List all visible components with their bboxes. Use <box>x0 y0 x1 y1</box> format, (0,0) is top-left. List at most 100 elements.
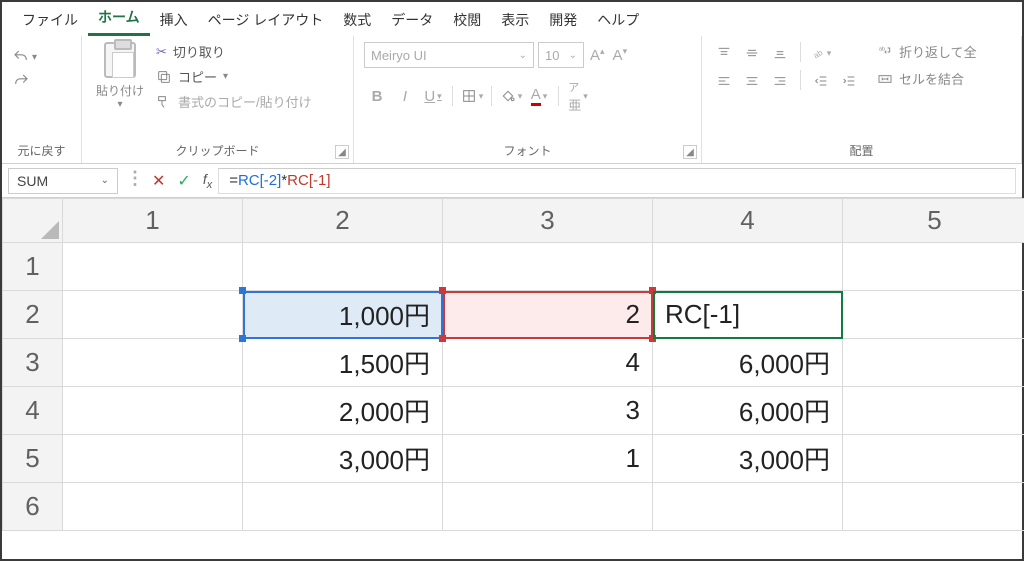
orientation-button[interactable]: ab▾ <box>809 42 833 64</box>
cell-r4c3[interactable]: 3 <box>443 387 653 435</box>
menu-page-layout[interactable]: ページ レイアウト <box>198 6 334 36</box>
col-header-3[interactable]: 3 <box>443 199 653 243</box>
cell-grid[interactable]: 1 2 3 4 5 1 2 1,000円 <box>2 198 1024 531</box>
cell-r3c3[interactable]: 4 <box>443 339 653 387</box>
cell-r2c5[interactable] <box>843 291 1024 339</box>
fx-icon[interactable]: fx <box>197 171 218 191</box>
cell-r1c4[interactable] <box>653 243 843 291</box>
decrease-font-button[interactable]: A▾ <box>611 46 630 64</box>
format-painter-button[interactable]: 書式のコピー/貼り付け <box>156 92 312 111</box>
formula-ref1: RC[-2] <box>238 172 281 189</box>
menu-review[interactable]: 校閲 <box>443 6 491 36</box>
phonetic-button[interactable]: ア亜▾ <box>565 84 591 108</box>
menu-home[interactable]: ホーム <box>88 3 150 36</box>
row-header-4[interactable]: 4 <box>3 387 63 435</box>
clipboard-launcher[interactable]: ◢ <box>335 145 349 159</box>
decrease-indent-button[interactable] <box>809 70 833 92</box>
wrap-text-button[interactable]: ab 折り返して全 <box>877 42 977 61</box>
row-header-5[interactable]: 5 <box>3 435 63 483</box>
cell-r1c1[interactable] <box>63 243 243 291</box>
formula-cancel-button[interactable]: ✕ <box>146 171 171 191</box>
cell-r5c4[interactable]: 3,000円 <box>653 435 843 483</box>
align-middle-button[interactable] <box>740 42 764 64</box>
align-left-button[interactable] <box>712 70 736 92</box>
cell-r5c3[interactable]: 1 <box>443 435 653 483</box>
fill-color-button[interactable]: ▾ <box>498 84 524 108</box>
copy-button[interactable]: コピー ▾ <box>156 67 312 86</box>
cell-r6c5[interactable] <box>843 483 1024 531</box>
cell-r3c4[interactable]: 6,000円 <box>653 339 843 387</box>
align-center-button[interactable] <box>740 70 764 92</box>
group-clipboard: 貼り付け ▾ ✂ 切り取り コピー ▾ 書式のコピー/貼り付け クリップ <box>82 36 354 163</box>
col-header-5[interactable]: 5 <box>843 199 1024 243</box>
cell-r6c4[interactable] <box>653 483 843 531</box>
cell-r3c5[interactable] <box>843 339 1024 387</box>
cell-r6c2[interactable] <box>243 483 443 531</box>
increase-font-button[interactable]: A▴ <box>588 46 607 64</box>
cell-r2c2[interactable]: 1,000円 <box>243 291 443 339</box>
wrap-icon: ab <box>877 44 893 60</box>
cell-r2c3[interactable]: 2 <box>443 291 653 339</box>
align-right-button[interactable] <box>768 70 792 92</box>
row-header-3[interactable]: 3 <box>3 339 63 387</box>
cell-r5c2[interactable]: 3,000円 <box>243 435 443 483</box>
align-top-button[interactable] <box>712 42 736 64</box>
cell-r4c4[interactable]: 6,000円 <box>653 387 843 435</box>
col-header-2[interactable]: 2 <box>243 199 443 243</box>
chevron-down-icon: ⌄ <box>101 175 109 186</box>
bold-button[interactable]: B <box>364 84 390 108</box>
italic-button[interactable]: I <box>392 84 418 108</box>
font-color-button[interactable]: A▾ <box>526 84 552 108</box>
font-name-select[interactable]: Meiryo UI ⌄ <box>364 42 534 68</box>
menu-file[interactable]: ファイル <box>12 6 88 36</box>
menu-help[interactable]: ヘルプ <box>587 6 649 36</box>
redo-button[interactable] <box>12 72 37 90</box>
select-all-corner[interactable] <box>3 199 63 243</box>
cell-r4c5[interactable] <box>843 387 1024 435</box>
formula-enter-button[interactable]: ✓ <box>171 171 196 191</box>
underline-button[interactable]: U▾ <box>420 84 446 108</box>
cell-r2c1[interactable] <box>63 291 243 339</box>
cell-r1c3[interactable] <box>443 243 653 291</box>
cell-r6c3[interactable] <box>443 483 653 531</box>
name-box[interactable]: SUM ⌄ <box>8 168 118 194</box>
cut-button[interactable]: ✂ 切り取り <box>156 42 312 61</box>
merge-cells-button[interactable]: セルを結合 <box>877 69 977 88</box>
merge-label: セルを結合 <box>899 69 964 88</box>
redo-icon <box>12 72 30 90</box>
col-header-1[interactable]: 1 <box>63 199 243 243</box>
menu-insert[interactable]: 挿入 <box>150 6 198 36</box>
cell-r1c2[interactable] <box>243 243 443 291</box>
cell-r1c5[interactable] <box>843 243 1024 291</box>
cell-r6c1[interactable] <box>63 483 243 531</box>
cell-r5c5[interactable] <box>843 435 1024 483</box>
group-font-label: フォント <box>364 140 691 161</box>
formula-input[interactable]: =RC[-2]*RC[-1] <box>218 168 1016 194</box>
cell-r4c1[interactable] <box>63 387 243 435</box>
group-undo-label: 元に戻す <box>12 140 71 161</box>
row-header-6[interactable]: 6 <box>3 483 63 531</box>
align-bottom-button[interactable] <box>768 42 792 64</box>
cell-r5c1[interactable] <box>63 435 243 483</box>
cut-label: 切り取り <box>173 42 225 61</box>
copy-label: コピー <box>178 67 217 86</box>
col-header-4[interactable]: 4 <box>653 199 843 243</box>
cell-r4c2[interactable]: 2,000円 <box>243 387 443 435</box>
svg-text:ab: ab <box>879 46 885 52</box>
border-button[interactable]: ▾ <box>459 84 485 108</box>
menu-view[interactable]: 表示 <box>491 6 539 36</box>
svg-text:ab: ab <box>812 48 825 61</box>
row-header-2[interactable]: 2 <box>3 291 63 339</box>
cell-r3c2[interactable]: 1,500円 <box>243 339 443 387</box>
font-launcher[interactable]: ◢ <box>683 145 697 159</box>
undo-button[interactable]: ▾ <box>12 48 37 66</box>
row-header-1[interactable]: 1 <box>3 243 63 291</box>
cell-r3c1[interactable] <box>63 339 243 387</box>
font-size-select[interactable]: 10 ⌄ <box>538 42 584 68</box>
menu-developer[interactable]: 開発 <box>539 6 587 36</box>
increase-indent-button[interactable] <box>837 70 861 92</box>
menu-data[interactable]: データ <box>381 6 443 36</box>
paste-button[interactable]: 貼り付け ▾ <box>92 42 148 110</box>
menu-formulas[interactable]: 数式 <box>333 6 381 36</box>
cell-r2c4[interactable]: RC[-1] <box>653 291 843 339</box>
